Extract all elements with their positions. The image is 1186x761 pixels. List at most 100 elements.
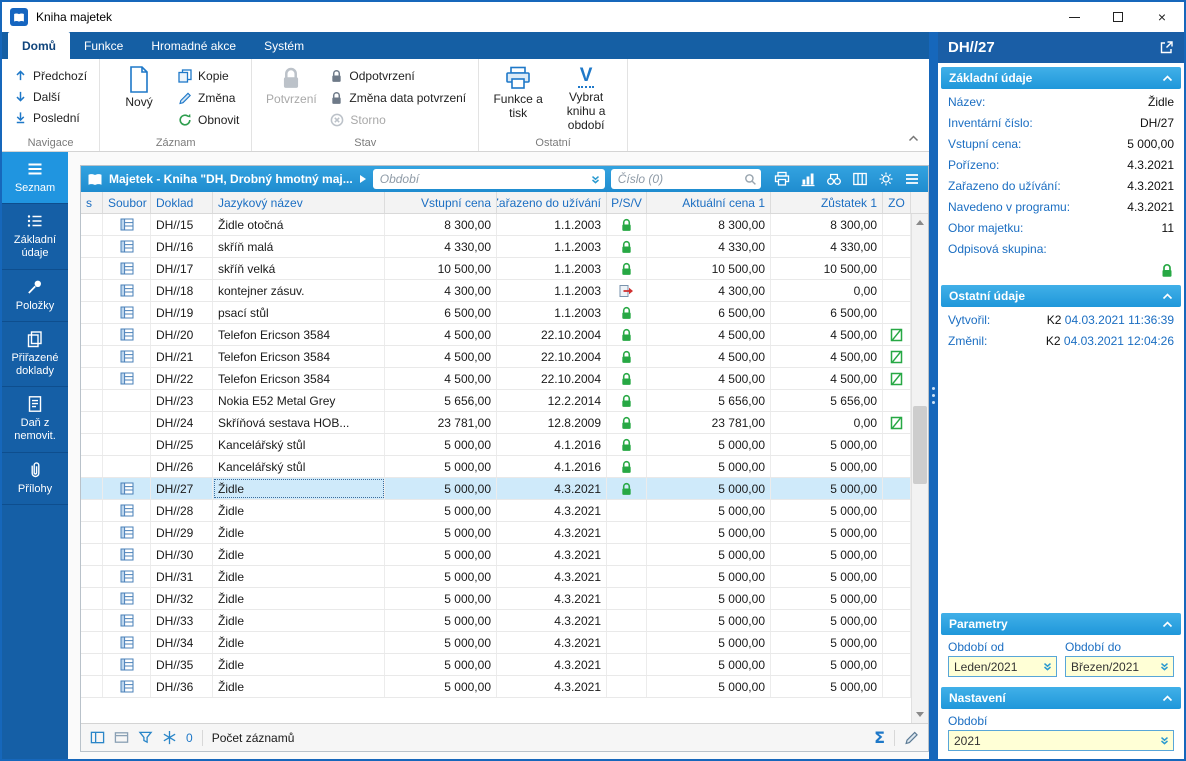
collapse-ribbon-icon[interactable] bbox=[908, 131, 919, 145]
period-filter-input[interactable] bbox=[380, 172, 586, 186]
double-chevron-down-icon[interactable] bbox=[590, 174, 601, 185]
number-search-input[interactable] bbox=[618, 172, 740, 186]
table-row[interactable]: DH//27Židle5 000,004.3.20215 000,005 000… bbox=[81, 478, 928, 500]
settings-period-input[interactable] bbox=[954, 734, 1157, 748]
table-row[interactable]: DH//32Židle5 000,004.3.20215 000,005 000… bbox=[81, 588, 928, 610]
functions-print-button[interactable]: Funkce a tisk bbox=[487, 63, 549, 135]
sidebar-item[interactable]: Daň z nemovit. bbox=[2, 387, 68, 452]
table-row[interactable]: DH//19psací stůl6 500,001.1.20036 500,00… bbox=[81, 302, 928, 324]
column-header[interactable]: s bbox=[81, 192, 103, 213]
collapse-icon[interactable] bbox=[1162, 293, 1173, 300]
double-chevron-down-icon[interactable] bbox=[1159, 661, 1170, 672]
ribbon-tab[interactable]: Hromadné akce bbox=[137, 32, 250, 59]
scroll-thumb[interactable] bbox=[913, 406, 927, 484]
period-from-input[interactable] bbox=[954, 660, 1040, 674]
scroll-down-button[interactable] bbox=[912, 706, 928, 723]
new-button[interactable]: Nový bbox=[108, 63, 170, 135]
section-parameters-header[interactable]: Parametry bbox=[941, 613, 1181, 635]
binoculars-button[interactable] bbox=[826, 171, 842, 187]
table-row[interactable]: DH//25Kancelářský stůl5 000,004.1.20165 … bbox=[81, 434, 928, 456]
freeze-button[interactable] bbox=[162, 730, 177, 745]
scroll-track[interactable] bbox=[912, 231, 928, 706]
table-row[interactable]: DH//26Kancelářský stůl5 000,004.1.20165 … bbox=[81, 456, 928, 478]
copy-button[interactable]: Kopie bbox=[174, 65, 243, 86]
column-header[interactable]: Zůstatek 1 bbox=[771, 192, 883, 213]
change-button[interactable]: Změna bbox=[174, 87, 243, 108]
unconfirm-button[interactable]: Odpotvrzení bbox=[326, 65, 470, 86]
section-basic-header[interactable]: Základní údaje bbox=[941, 67, 1181, 89]
refresh-button[interactable]: Obnovit bbox=[174, 109, 243, 130]
collapse-icon[interactable] bbox=[1162, 695, 1173, 702]
close-button[interactable]: × bbox=[1140, 2, 1184, 32]
double-chevron-down-icon[interactable] bbox=[1042, 661, 1053, 672]
open-in-window-icon[interactable] bbox=[1159, 40, 1174, 55]
table-rows: DH//15Židle otočná8 300,001.1.20038 300,… bbox=[81, 214, 928, 698]
filter-button[interactable] bbox=[138, 730, 153, 745]
ribbon-tab[interactable]: Systém bbox=[250, 32, 318, 59]
next-button[interactable]: Další bbox=[10, 86, 91, 107]
panel-splitter[interactable] bbox=[929, 32, 938, 759]
book-dropdown-arrow[interactable] bbox=[359, 174, 367, 184]
previous-button[interactable]: Předchozí bbox=[10, 65, 91, 86]
table-row[interactable]: DH//20Telefon Ericson 35844 500,0022.10.… bbox=[81, 324, 928, 346]
card-button[interactable] bbox=[114, 730, 129, 745]
maximize-button[interactable] bbox=[1096, 2, 1140, 32]
select-book-button[interactable]: V Vybrat knihu a období bbox=[553, 63, 619, 135]
column-header[interactable]: Aktuální cena 1 bbox=[647, 192, 771, 213]
table-row[interactable]: DH//30Židle5 000,004.3.20215 000,005 000… bbox=[81, 544, 928, 566]
table-row[interactable]: DH//17skříň velká10 500,001.1.200310 500… bbox=[81, 258, 928, 280]
double-chevron-down-icon[interactable] bbox=[1159, 735, 1170, 746]
column-header[interactable]: Vstupní cena bbox=[385, 192, 497, 213]
table-row[interactable]: DH//29Židle5 000,004.3.20215 000,005 000… bbox=[81, 522, 928, 544]
confirm-button[interactable]: Potvrzení bbox=[260, 63, 322, 135]
table-row[interactable]: DH//22Telefon Ericson 35844 500,0022.10.… bbox=[81, 368, 928, 390]
settings-period-field bbox=[948, 730, 1174, 751]
table-row[interactable]: DH//36Židle5 000,004.3.20215 000,005 000… bbox=[81, 676, 928, 698]
status-cell bbox=[81, 412, 103, 433]
table-row[interactable]: DH//23Nokia E52 Metal Grey5 656,0012.2.2… bbox=[81, 390, 928, 412]
scroll-up-button[interactable] bbox=[912, 214, 928, 231]
period-to-input[interactable] bbox=[1071, 660, 1157, 674]
table-row[interactable]: DH//24Skříňová sestava HOB...23 781,0012… bbox=[81, 412, 928, 434]
print-button[interactable] bbox=[774, 171, 790, 187]
column-header[interactable]: P/S/V bbox=[607, 192, 647, 213]
sidebar-item[interactable]: Seznam bbox=[2, 152, 68, 204]
column-header[interactable]: Soubor bbox=[103, 192, 151, 213]
column-header[interactable]: Jazykový název bbox=[213, 192, 385, 213]
section-settings-header[interactable]: Nastavení bbox=[941, 687, 1181, 709]
collapse-icon[interactable] bbox=[1162, 621, 1173, 628]
column-header[interactable]: Doklad bbox=[151, 192, 213, 213]
book-title[interactable]: Majetek - Kniha "DH, Drobný hmotný maj..… bbox=[109, 172, 353, 186]
ribbon-tab[interactable]: Funkce bbox=[70, 32, 137, 59]
settings-button[interactable] bbox=[878, 171, 894, 187]
sidebar-item[interactable]: Přiřazené doklady bbox=[2, 322, 68, 387]
table-row[interactable]: DH//34Židle5 000,004.3.20215 000,005 000… bbox=[81, 632, 928, 654]
table-row[interactable]: DH//33Židle5 000,004.3.20215 000,005 000… bbox=[81, 610, 928, 632]
columns-button[interactable] bbox=[852, 171, 868, 187]
table-row[interactable]: DH//28Židle5 000,004.3.20215 000,005 000… bbox=[81, 500, 928, 522]
table-row[interactable]: DH//15Židle otočná8 300,001.1.20038 300,… bbox=[81, 214, 928, 236]
table-row[interactable]: DH//21Telefon Ericson 35844 500,0022.10.… bbox=[81, 346, 928, 368]
cancel-button[interactable]: Storno bbox=[326, 109, 470, 130]
sum-icon[interactable]: Σ bbox=[874, 728, 885, 747]
table-row[interactable]: DH//35Židle5 000,004.3.20215 000,005 000… bbox=[81, 654, 928, 676]
vertical-scrollbar[interactable] bbox=[911, 214, 928, 723]
table-row[interactable]: DH//16skříň malá4 330,001.1.20034 330,00… bbox=[81, 236, 928, 258]
minimize-button[interactable] bbox=[1052, 2, 1096, 32]
edit-icon[interactable] bbox=[904, 730, 919, 745]
menu-button[interactable] bbox=[904, 171, 920, 187]
change-confirm-date-button[interactable]: Změna data potvrzení bbox=[326, 87, 470, 108]
sidebar-item[interactable]: Přílohy bbox=[2, 453, 68, 505]
ribbon-tab[interactable]: Domů bbox=[8, 32, 70, 59]
last-button[interactable]: Poslední bbox=[10, 107, 91, 128]
sidebar-item[interactable]: Základní údaje bbox=[2, 204, 68, 269]
column-header[interactable]: Zařazeno do užívání bbox=[497, 192, 607, 213]
table-row[interactable]: DH//31Židle5 000,004.3.20215 000,005 000… bbox=[81, 566, 928, 588]
column-header[interactable]: ZO bbox=[883, 192, 911, 213]
chart-button[interactable] bbox=[800, 171, 816, 187]
collapse-icon[interactable] bbox=[1162, 75, 1173, 82]
layout-button[interactable] bbox=[90, 730, 105, 745]
section-other-header[interactable]: Ostatní údaje bbox=[941, 285, 1181, 307]
sidebar-item[interactable]: Položky bbox=[2, 270, 68, 322]
table-row[interactable]: DH//18kontejner zásuv.4 300,001.1.20034 … bbox=[81, 280, 928, 302]
